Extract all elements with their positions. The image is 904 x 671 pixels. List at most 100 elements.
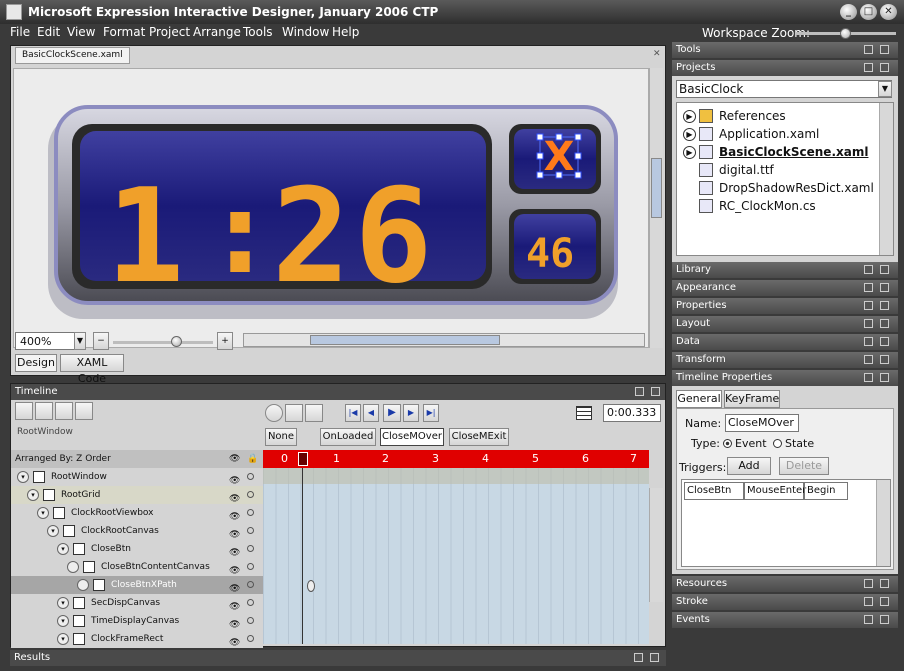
panel-button-icon[interactable] — [864, 355, 873, 364]
close-window-button[interactable]: ✕ — [880, 4, 897, 20]
lock-toggle[interactable] — [247, 599, 254, 606]
select-icon[interactable] — [285, 404, 303, 422]
trigger-source[interactable]: CloseBtn — [684, 482, 744, 500]
document-tab[interactable]: BasicClockScene.xaml — [15, 47, 130, 64]
panel-button-icon[interactable] — [864, 337, 873, 346]
panel-button-icon[interactable] — [880, 579, 889, 588]
lock-toggle[interactable] — [247, 545, 254, 552]
zoom-dropdown-arrow[interactable]: ▼ — [74, 332, 86, 350]
keyframe-marker[interactable] — [307, 580, 315, 592]
panel-button-icon[interactable] — [880, 597, 889, 606]
menu-file[interactable]: File — [10, 25, 30, 39]
panel-header-events[interactable]: Events — [672, 612, 898, 628]
storyboard-none[interactable]: None — [265, 428, 297, 446]
tree-row[interactable]: ▾ SecDispCanvas 👁 — [11, 594, 263, 612]
delete-trigger-button[interactable]: Delete — [779, 457, 829, 475]
panel-button-icon[interactable] — [880, 283, 889, 292]
tree-row[interactable]: ▾ RootWindow 👁 — [11, 468, 263, 486]
storyboard-closemexit[interactable]: CloseMExit — [449, 428, 509, 446]
trigger-action[interactable]: Begin — [804, 482, 848, 500]
panel-button-icon[interactable] — [864, 597, 873, 606]
zoom-combo[interactable]: 400% — [15, 332, 75, 350]
vscroll-thumb[interactable] — [651, 158, 662, 218]
zoom-slider[interactable] — [113, 341, 213, 344]
lock-toggle[interactable] — [247, 617, 254, 624]
expand-icon[interactable]: ▾ — [57, 543, 69, 555]
name-field[interactable]: CloseMOver — [725, 414, 799, 432]
projects-header[interactable]: Projects — [672, 60, 898, 76]
panel-button-icon[interactable] — [864, 319, 873, 328]
tools-header[interactable]: Tools — [672, 42, 898, 58]
timeline-search-icon[interactable] — [55, 402, 73, 420]
panel-header-layout[interactable]: Layout — [672, 316, 898, 332]
play-icon[interactable]: ▶ — [383, 404, 401, 422]
expand-arrow-icon[interactable]: ▶ — [683, 146, 696, 159]
panel-header-resources[interactable]: Resources — [672, 576, 898, 592]
workspace-zoom-knob[interactable] — [840, 28, 851, 39]
expand-icon[interactable] — [67, 561, 79, 573]
expand-icon[interactable] — [77, 579, 89, 591]
panel-header-stroke[interactable]: Stroke — [672, 594, 898, 610]
timeline-tool-icon-1[interactable] — [15, 402, 33, 420]
files-vscroll[interactable] — [879, 103, 893, 255]
panel-button-icon[interactable] — [864, 301, 873, 310]
state-radio[interactable] — [773, 439, 782, 448]
event-radio[interactable] — [723, 439, 732, 448]
expand-icon[interactable]: ▾ — [57, 633, 69, 645]
panel-header-appearance[interactable]: Appearance — [672, 280, 898, 296]
triggers-vscroll[interactable] — [876, 480, 890, 566]
artboard-vscroll[interactable] — [649, 68, 663, 348]
tree-row[interactable]: ▾ TimeDisplayCanvas 👁 — [11, 612, 263, 630]
minimize-button[interactable]: _ — [840, 4, 857, 20]
time-input[interactable]: 0:00.333 — [603, 404, 661, 422]
add-trigger-button[interactable]: Add — [727, 457, 771, 475]
expand-arrow-icon[interactable]: ▶ — [683, 110, 696, 123]
zoom-out-icon[interactable]: − — [93, 332, 109, 350]
lock-toggle[interactable] — [247, 473, 254, 480]
panel-close-icon[interactable] — [880, 63, 889, 72]
menu-help[interactable]: Help — [332, 25, 359, 39]
last-frame-icon[interactable]: ▶| — [423, 404, 439, 422]
time-ruler[interactable]: 0 1 2 3 4 5 6 7 — [263, 450, 649, 468]
panel-min-icon[interactable] — [864, 45, 873, 54]
expand-arrow-icon[interactable]: ▶ — [683, 128, 696, 141]
trigger-event[interactable]: MouseEnter — [744, 482, 806, 500]
lock-toggle[interactable] — [247, 581, 254, 588]
panel-close-icon[interactable] — [880, 373, 889, 382]
tree-row[interactable]: ▾ RootGrid 👁 — [11, 486, 263, 504]
artboard[interactable]: 1 : 26 46 X — [13, 68, 649, 348]
menu-project[interactable]: Project — [149, 25, 190, 39]
tree-row[interactable]: ▾ ClockRootViewbox 👁 — [11, 504, 263, 522]
lock-toggle[interactable] — [247, 491, 254, 498]
results-close-icon[interactable] — [650, 653, 659, 662]
menu-window[interactable]: Window — [282, 25, 329, 39]
panel-button-icon[interactable] — [880, 355, 889, 364]
panel-button-icon[interactable] — [880, 301, 889, 310]
tree-row[interactable]: ▾ CloseBtn 👁 — [11, 540, 263, 558]
storyboard-onloaded[interactable]: OnLoaded — [320, 428, 376, 446]
panel-button-icon[interactable] — [880, 615, 889, 624]
next-frame-icon[interactable]: ▶ — [403, 404, 419, 422]
lock-toggle[interactable] — [247, 527, 254, 534]
timeline-minimize-icon[interactable] — [635, 387, 644, 396]
zoom-slider-knob[interactable] — [171, 336, 182, 347]
project-combo[interactable]: BasicClock — [676, 80, 892, 98]
panel-button-icon[interactable] — [864, 283, 873, 292]
playhead-handle[interactable] — [298, 452, 308, 466]
tab-general[interactable]: General — [676, 390, 722, 408]
lock-toggle[interactable] — [247, 563, 254, 570]
timeline-vscroll[interactable] — [649, 488, 663, 602]
lock-toggle[interactable] — [247, 635, 254, 642]
expand-icon[interactable]: ▾ — [17, 471, 29, 483]
project-dropdown-arrow[interactable]: ▼ — [878, 81, 892, 97]
panel-min-icon[interactable] — [864, 373, 873, 382]
zoom-in-icon[interactable]: + — [217, 332, 233, 350]
panel-button-icon[interactable] — [864, 615, 873, 624]
grid-icon[interactable] — [576, 406, 592, 420]
panel-button-icon[interactable] — [864, 265, 873, 274]
timeline-tool-icon-4[interactable] — [75, 402, 93, 420]
timeline-tool-icon-2[interactable] — [35, 402, 53, 420]
first-frame-icon[interactable]: |◀ — [345, 404, 361, 422]
tree-row[interactable]: CloseBtnContentCanvas 👁 — [11, 558, 263, 576]
panel-close-icon[interactable] — [880, 45, 889, 54]
